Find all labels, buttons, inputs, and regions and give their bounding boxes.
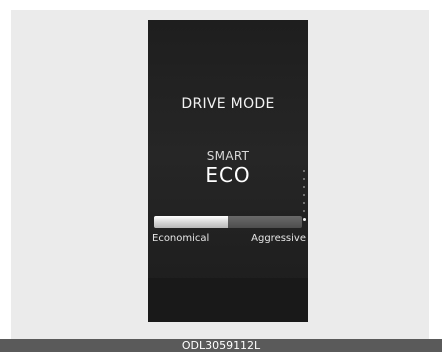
scroll-dot xyxy=(303,186,305,188)
drive-mode-value: ECO xyxy=(205,163,251,187)
drive-mode-title: DRIVE MODE xyxy=(181,96,275,112)
scroll-dot xyxy=(303,178,305,180)
page: DRIVE MODE SMART ECO Economical Aggressi… xyxy=(0,0,442,352)
gauge-end-marker xyxy=(303,218,306,221)
scroll-dot xyxy=(303,202,305,204)
gauge-label-aggressive: Aggressive xyxy=(251,233,306,244)
scroll-dot xyxy=(303,194,305,196)
driving-style-gauge xyxy=(154,216,302,228)
cluster-display: DRIVE MODE SMART ECO Economical Aggressi… xyxy=(148,20,308,322)
driving-style-gauge-fill xyxy=(154,216,228,228)
gauge-label-economical: Economical xyxy=(152,233,210,244)
scroll-indicator-dots xyxy=(302,170,306,214)
display-lower-band xyxy=(148,278,308,322)
scroll-dot xyxy=(303,170,305,172)
drive-mode-subtitle: SMART xyxy=(206,149,250,163)
scroll-dot xyxy=(303,210,305,212)
figure-caption: ODL3059112L xyxy=(0,339,442,352)
